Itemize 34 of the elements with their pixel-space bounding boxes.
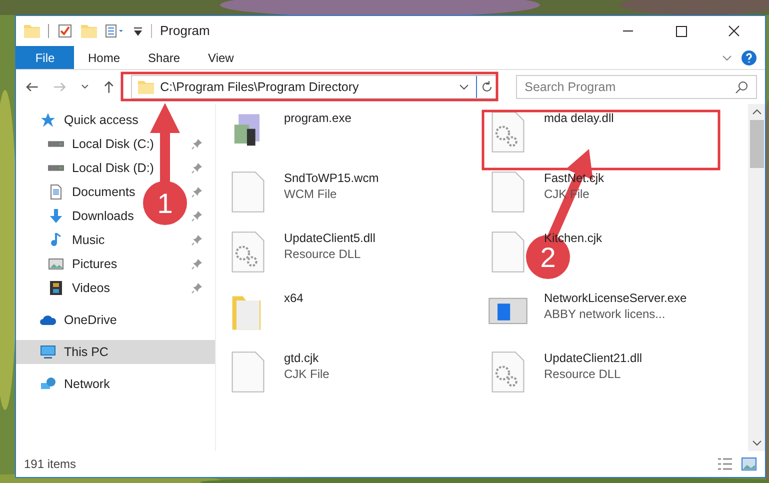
nav-item[interactable]: Downloads bbox=[72, 206, 134, 226]
address-bar[interactable]: C:\Program Files\Program Directory bbox=[131, 75, 498, 99]
search-field[interactable]: Search Program bbox=[516, 75, 757, 99]
file-name[interactable]: UpdateClient21.dll bbox=[544, 350, 642, 366]
nav-item[interactable]: Local Disk (C:) bbox=[72, 134, 154, 154]
file-name[interactable]: program.exe bbox=[284, 110, 352, 126]
file-name[interactable]: SndToWP15.wcm bbox=[284, 170, 379, 186]
nav-item[interactable]: Music bbox=[72, 230, 105, 250]
file-type: WCM File bbox=[284, 186, 337, 202]
item-count: 191 items bbox=[24, 456, 78, 473]
ribbon-tab[interactable]: View bbox=[194, 46, 248, 69]
nav-item[interactable]: Network bbox=[16, 372, 215, 396]
nav-item[interactable]: Pictures bbox=[72, 254, 118, 274]
step-badge: 1 bbox=[143, 181, 187, 225]
nav-item[interactable]: Quick access bbox=[16, 108, 215, 132]
file-type: ABBY network licens... bbox=[544, 306, 666, 322]
ribbon-tab[interactable]: Share bbox=[134, 46, 194, 69]
file-name[interactable]: UpdateClient5.dll bbox=[284, 230, 376, 246]
file-type: Resource DLL bbox=[284, 246, 361, 262]
nav-item[interactable]: Local Disk (D:) bbox=[72, 158, 154, 178]
address-path: C:\Program Files\Program Directory bbox=[160, 78, 360, 96]
file-name[interactable]: x64 bbox=[284, 290, 304, 306]
nav-item[interactable]: Documents bbox=[72, 182, 136, 202]
file-tab[interactable]: File bbox=[16, 46, 74, 69]
file-name[interactable]: mda delay.dll bbox=[544, 110, 614, 126]
nav-item[interactable]: OneDrive bbox=[16, 308, 215, 332]
window-title: Program bbox=[160, 22, 211, 40]
nav-item[interactable]: This PC bbox=[16, 340, 215, 364]
file-name[interactable]: gtd.cjk bbox=[284, 350, 319, 366]
nav-item[interactable]: Videos bbox=[72, 278, 110, 298]
file-type: Resource DLL bbox=[544, 366, 621, 382]
ribbon-tab[interactable]: Home bbox=[74, 46, 134, 69]
file-type: CJK File bbox=[284, 366, 330, 382]
file-name[interactable]: NetworkLicenseServer.exe bbox=[544, 290, 687, 306]
